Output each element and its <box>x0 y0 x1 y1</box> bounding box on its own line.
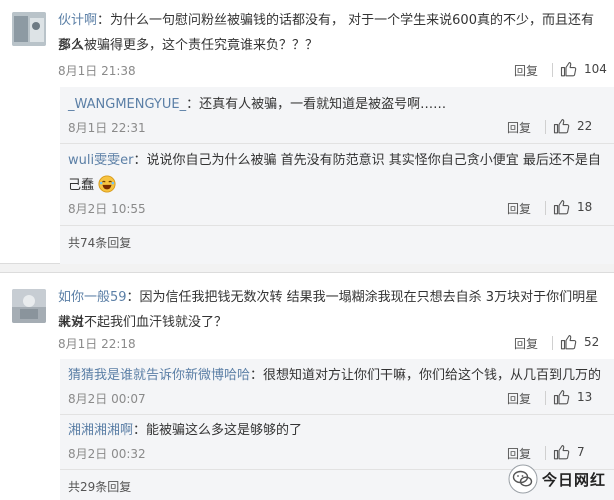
like-count: 22 <box>577 119 593 133</box>
comment-card-1: 伙计啊：为什么一句慰问粉丝被骗钱的话都没有， 对于一个学生来说600真的不少，而… <box>0 0 614 264</box>
reply-time: 8月2日 00:32 <box>68 447 146 461</box>
divider <box>545 391 546 405</box>
reply-time: 8月1日 22:31 <box>68 121 146 135</box>
like-button[interactable]: 7 <box>553 443 585 461</box>
comment-username[interactable]: 如你一般59 <box>58 290 127 305</box>
reply-button[interactable]: 回复 <box>507 200 531 217</box>
reply-text: ：很想知道对方让你们干嘛，你们给这个钱，从几百到几万的 <box>250 368 602 383</box>
reply-button[interactable]: 回复 <box>514 335 538 352</box>
reply-text-line2-wrap: 己蠢 <box>68 173 608 198</box>
comment-text-line2: 多人被骗得更多，这个责任究竟谁来负？？？ <box>58 38 319 53</box>
reply-body: wuli雯雯er：说说你自己为什么被骗 首先没有防范意识 其实怪你自己贪小便宜 … <box>68 148 608 173</box>
reply-username[interactable]: 湘湘湘湘啊 <box>68 423 133 438</box>
thumbs-up-icon <box>553 445 570 460</box>
like-count: 52 <box>584 335 600 349</box>
comment-username[interactable]: 伙计啊 <box>58 13 97 28</box>
divider <box>545 120 546 134</box>
user-avatar[interactable] <box>12 289 46 323</box>
reply-button[interactable]: 回复 <box>514 62 538 79</box>
reply-username[interactable]: 猜猜我是谁就告诉你新微博哈哈 <box>68 368 250 383</box>
like-button[interactable]: 18 <box>553 198 592 216</box>
reply-username[interactable]: _WANGMENGYUE_ <box>68 97 186 112</box>
divider <box>552 336 553 350</box>
reply-text: ：还真有人被骗，一看就知道是被盗号啊…… <box>186 97 447 112</box>
divider <box>60 414 614 415</box>
watermark-text: 今日网红 <box>541 470 606 489</box>
reply-time: 8月2日 10:55 <box>68 202 146 216</box>
reply-button[interactable]: 回复 <box>507 390 531 407</box>
like-button[interactable]: 13 <box>553 388 592 406</box>
reply-text-line1: ：说说你自己为什么被骗 首先没有防范意识 其实怪你自己贪小便宜 最后还不是自 <box>133 153 601 168</box>
divider <box>545 201 546 215</box>
reply-body: 湘湘湘湘啊：能被骗这么多这是够够的了 <box>68 418 608 443</box>
divider <box>552 63 553 77</box>
comment-text-line2: 就对不起我们血汗钱就没了？ <box>58 315 228 330</box>
reply-username[interactable]: wuli雯雯er <box>68 153 133 168</box>
reply-button[interactable]: 回复 <box>507 119 531 136</box>
like-count: 13 <box>577 390 593 404</box>
like-count: 104 <box>584 62 607 76</box>
like-count: 7 <box>577 445 585 459</box>
thumbs-up-icon <box>553 200 570 215</box>
wechat-icon <box>508 464 538 494</box>
user-avatar[interactable] <box>12 12 46 46</box>
reply-body: _WANGMENGYUE_：还真有人被骗，一看就知道是被盗号啊…… <box>68 92 608 117</box>
comment-time: 8月1日 21:38 <box>58 64 136 78</box>
thumbs-up-icon <box>553 390 570 405</box>
like-count: 18 <box>577 200 593 214</box>
comment-time: 8月1日 22:18 <box>58 337 136 351</box>
thumbs-up-icon <box>553 119 570 134</box>
like-button[interactable]: 52 <box>560 333 599 351</box>
reply-text: ：能被骗这么多这是够够的了 <box>133 423 303 438</box>
thumbs-up-icon <box>560 62 577 77</box>
watermark: 今日网红 <box>508 464 606 494</box>
more-replies-link[interactable]: 共29条回复 <box>68 478 131 495</box>
divider <box>545 446 546 460</box>
divider <box>60 225 614 226</box>
section-gap <box>0 264 614 272</box>
divider <box>60 143 614 144</box>
reply-time: 8月2日 00:07 <box>68 392 146 406</box>
thumbs-up-icon <box>560 335 577 350</box>
reply-body: 猜猜我是谁就告诉你新微博哈哈：很想知道对方让你们干嘛，你们给这个钱，从几百到几万… <box>68 363 608 388</box>
like-button[interactable]: 104 <box>560 60 607 78</box>
reply-button[interactable]: 回复 <box>507 445 531 462</box>
more-replies-link[interactable]: 共74条回复 <box>68 234 131 251</box>
reply-text-line2: 己蠢 <box>68 178 95 193</box>
like-button[interactable]: 22 <box>553 117 592 135</box>
laughing-emoji-icon <box>98 175 116 193</box>
